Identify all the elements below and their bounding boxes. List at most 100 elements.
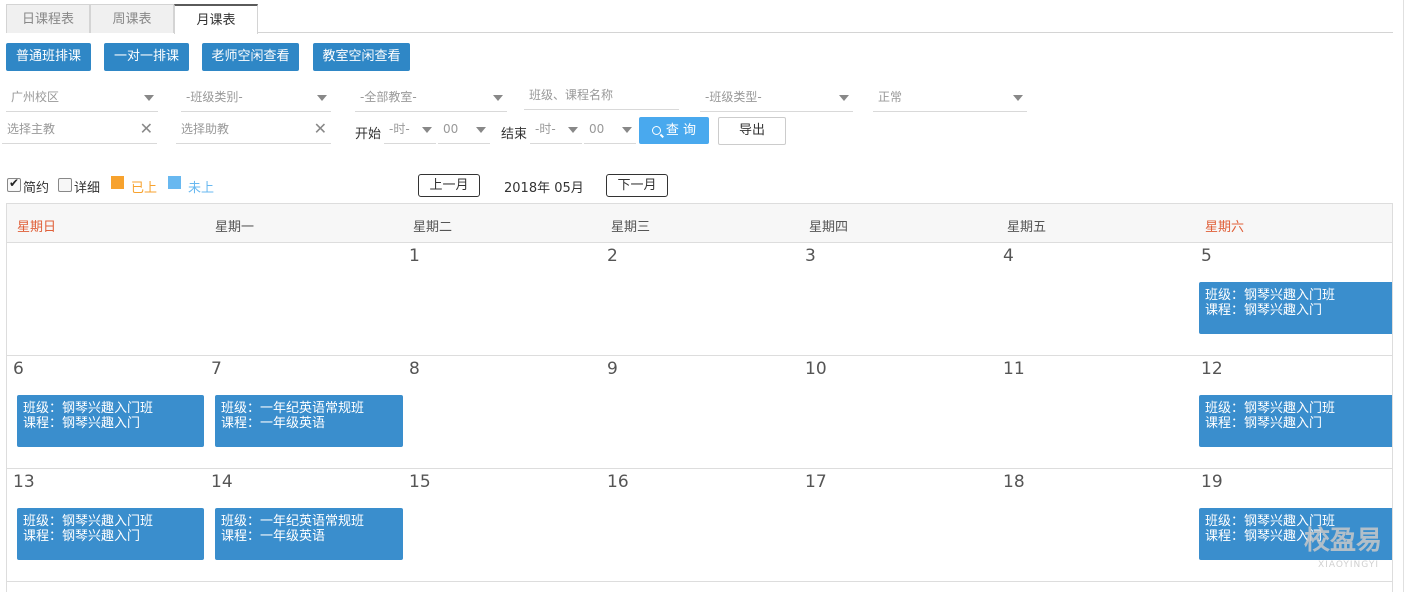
end-label: 结束	[501, 127, 528, 142]
chevron-down-icon	[422, 127, 432, 133]
day-number: 4	[1003, 246, 1014, 266]
day-number: 17	[805, 472, 827, 492]
week-row: 13 班级：钢琴兴趣入门班 课程：钢琴兴趣入门 14 班级：一年纪英语常规班 课…	[7, 469, 1392, 582]
day-number: 6	[13, 359, 24, 379]
day-cell[interactable]: 5 班级：钢琴兴趣入门班 课程：钢琴兴趣入门	[1195, 243, 1392, 356]
start-hour-select[interactable]: -时-	[384, 116, 436, 144]
done-swatch	[111, 176, 124, 189]
campus-select[interactable]: 广州校区	[6, 84, 158, 112]
class-course-search-input[interactable]: 班级、课程名称	[524, 82, 679, 110]
course-event[interactable]: 班级：钢琴兴趣入门班 课程：钢琴兴趣入门	[17, 508, 204, 560]
day-cell[interactable]: 15	[403, 469, 601, 582]
event-course: 课程：钢琴兴趣入门	[23, 416, 141, 431]
tab-monthly[interactable]: 月课表	[174, 4, 258, 34]
event-course: 课程：钢琴兴趣入门	[1205, 416, 1323, 431]
day-cell[interactable]: 17	[799, 469, 997, 582]
day-cell[interactable]: 1	[403, 243, 601, 356]
day-cell[interactable]: 11	[997, 356, 1195, 469]
weekday-sunday: 星期日	[17, 220, 57, 235]
course-event[interactable]: 班级：钢琴兴趣入门班 课程：钢琴兴趣入门	[17, 395, 204, 447]
day-cell[interactable]: 16	[601, 469, 799, 582]
event-course: 课程：一年级英语	[221, 529, 326, 544]
chevron-down-icon	[493, 95, 503, 101]
day-cell[interactable]: 9	[601, 356, 799, 469]
day-number: 8	[409, 359, 420, 379]
day-number: 1	[409, 246, 420, 266]
classroom-availability-button[interactable]: 教室空闲查看	[313, 43, 410, 71]
event-course: 课程：钢琴兴趣入门	[23, 529, 141, 544]
brief-checkbox[interactable]	[7, 176, 21, 192]
weekday-thursday: 星期四	[809, 220, 849, 235]
day-cell[interactable]: 8	[403, 356, 601, 469]
day-cell[interactable]: 14 班级：一年纪英语常规班 课程：一年级英语	[205, 469, 403, 582]
prev-month-button[interactable]: 上一月	[418, 174, 480, 197]
day-number: 15	[409, 472, 431, 492]
chevron-down-icon	[1013, 95, 1023, 101]
chevron-down-icon	[622, 127, 632, 133]
export-button[interactable]: 导出	[718, 117, 786, 145]
week-row: 1 2 3 4 5 班级：钢琴兴趣入门班 课程：钢琴兴趣入门	[7, 243, 1392, 356]
day-number: 10	[805, 359, 827, 379]
end-minute-value: 00	[589, 122, 605, 136]
classroom-select[interactable]: -全部教室-	[355, 84, 507, 112]
course-event[interactable]: 班级：钢琴兴趣入门班 课程：钢琴兴趣入门	[1199, 395, 1392, 447]
search-placeholder: 班级、课程名称	[529, 88, 614, 102]
tab-weekly[interactable]: 周课表	[90, 4, 174, 33]
day-number: 11	[1003, 359, 1025, 379]
chevron-down-icon	[144, 95, 154, 101]
next-month-button[interactable]: 下一月	[606, 174, 668, 197]
day-number: 7	[211, 359, 222, 379]
start-minute-select[interactable]: 00	[438, 116, 490, 144]
day-cell[interactable]: 18	[997, 469, 1195, 582]
end-minute-select[interactable]: 00	[584, 116, 636, 144]
day-cell[interactable]	[205, 243, 403, 356]
day-cell[interactable]: 3	[799, 243, 997, 356]
event-class: 班级：钢琴兴趣入门班	[1205, 288, 1336, 303]
clear-icon[interactable]: ✕	[140, 116, 153, 142]
event-course: 课程：一年级英语	[221, 416, 326, 431]
tab-daily[interactable]: 日课程表	[6, 4, 90, 33]
teacher-placeholder: 选择主教	[7, 122, 56, 136]
week-row: 6 班级：钢琴兴趣入门班 课程：钢琴兴趣入门 7 班级：一年纪英语常规班 课程：…	[7, 356, 1392, 469]
day-cell[interactable]	[7, 243, 205, 356]
clear-icon[interactable]: ✕	[314, 116, 327, 142]
day-number: 18	[1003, 472, 1025, 492]
day-number: 13	[13, 472, 35, 492]
detail-checkbox[interactable]	[58, 178, 72, 192]
status-select[interactable]: 正常	[873, 84, 1027, 112]
pending-label: 未上	[188, 181, 215, 196]
day-number: 14	[211, 472, 233, 492]
course-event[interactable]: 班级：钢琴兴趣入门班 课程：钢琴兴趣入门	[1199, 282, 1392, 334]
detail-label: 详细	[74, 181, 101, 196]
normal-class-schedule-button[interactable]: 普通班排课	[6, 43, 91, 71]
day-cell[interactable]: 10	[799, 356, 997, 469]
query-button[interactable]: 查 询	[639, 117, 709, 144]
event-class: 班级：钢琴兴趣入门班	[1205, 401, 1336, 416]
view-tabs: 日课程表 周课表 月课表	[6, 4, 1393, 34]
teacher-select[interactable]: 选择主教 ✕	[2, 116, 157, 144]
day-cell[interactable]: 12 班级：钢琴兴趣入门班 课程：钢琴兴趣入门	[1195, 356, 1392, 469]
day-number: 12	[1201, 359, 1223, 379]
event-course: 课程：钢琴兴趣入门	[1205, 303, 1323, 318]
class-type-select[interactable]: -班级类型-	[700, 84, 853, 112]
day-number: 16	[607, 472, 629, 492]
course-event[interactable]: 班级：一年纪英语常规班 课程：一年级英语	[215, 395, 403, 447]
day-cell[interactable]: 2	[601, 243, 799, 356]
assistant-select[interactable]: 选择助教 ✕	[176, 116, 331, 144]
chevron-down-icon	[476, 127, 486, 133]
course-event[interactable]: 班级：一年纪英语常规班 课程：一年级英语	[215, 508, 403, 560]
day-number: 2	[607, 246, 618, 266]
day-number: 19	[1201, 472, 1223, 492]
chevron-down-icon	[839, 95, 849, 101]
end-hour-select[interactable]: -时-	[530, 116, 582, 144]
start-minute-value: 00	[443, 122, 459, 136]
status-value: 正常	[878, 90, 903, 104]
day-cell[interactable]: 13 班级：钢琴兴趣入门班 课程：钢琴兴趣入门	[7, 469, 205, 582]
day-cell[interactable]: 6 班级：钢琴兴趣入门班 课程：钢琴兴趣入门	[7, 356, 205, 469]
watermark-logo: 校盈易	[1304, 526, 1383, 556]
class-category-select[interactable]: -班级类别-	[181, 84, 331, 112]
one-on-one-schedule-button[interactable]: 一对一排课	[104, 43, 189, 71]
teacher-availability-button[interactable]: 老师空闲查看	[202, 43, 299, 71]
day-cell[interactable]: 4	[997, 243, 1195, 356]
day-cell[interactable]: 7 班级：一年纪英语常规班 课程：一年级英语	[205, 356, 403, 469]
